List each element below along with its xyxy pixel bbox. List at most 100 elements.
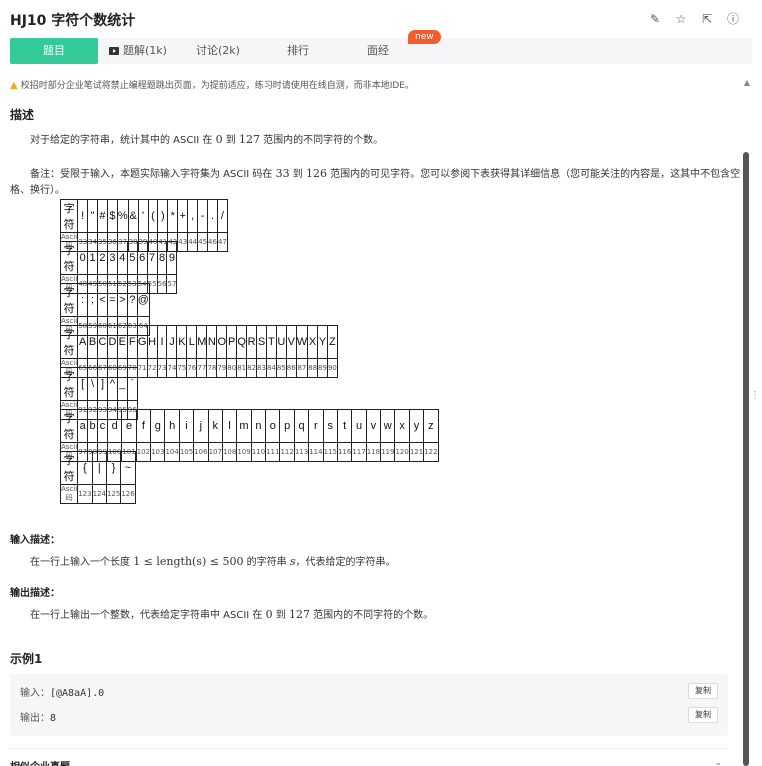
ascii-char: C — [97, 325, 108, 359]
ascii-code: 84 — [265, 358, 277, 378]
ascii-code: 114 — [308, 442, 324, 462]
ascii-code: 56 — [156, 274, 168, 294]
ascii-char: h — [164, 409, 180, 443]
description-note: 备注：受限于输入，本题实际输入字符集为 ASCII 码在 33 到 126 范围… — [10, 167, 741, 196]
ascii-code: 109 — [236, 442, 252, 462]
description-title: 描述 — [10, 108, 35, 122]
ascii-code: 88 — [307, 358, 319, 378]
tab-solutions[interactable]: 题解(1k) — [98, 38, 178, 64]
ascii-char: \ — [87, 367, 99, 401]
ascii-char: 0 — [77, 241, 89, 275]
star-icon[interactable]: ☆ — [674, 12, 688, 26]
tab-label: 题目 — [43, 44, 65, 57]
ascii-char: Q — [236, 325, 248, 359]
share-icon[interactable]: ⇱ — [700, 12, 714, 26]
ascii-char: * — [167, 199, 179, 233]
page-title: HJ10 字符个数统计 — [10, 13, 136, 29]
tab-discussion[interactable]: 讨论(2k) — [178, 38, 258, 64]
ascii-code: 86 — [285, 358, 297, 378]
info-icon[interactable]: ⓘ — [726, 12, 740, 26]
tab-problem[interactable]: 题目 — [10, 38, 98, 64]
ascii-char: n — [250, 409, 267, 443]
ascii-code: 47 — [216, 232, 228, 252]
ascii-char: B — [87, 325, 99, 359]
ascii-char: 1 — [87, 241, 99, 275]
ascii-code: 89 — [317, 358, 328, 378]
ascii-code: 102 — [135, 442, 152, 462]
ascii-char: J — [166, 325, 178, 359]
ascii-char: # — [97, 199, 108, 233]
ascii-char: / — [216, 199, 228, 233]
output-desc-text: 在一行上输出一个整数，代表给定字符串中 ASCII 在 0 到 127 范围内的… — [30, 608, 434, 621]
input-desc-text: 在一行上输入一个长度 1 ≤ length(s) ≤ 500 的字符串 s，代表… — [30, 555, 396, 568]
input-desc-title: 输入描述： — [10, 535, 60, 546]
ascii-code: 118 — [365, 442, 382, 462]
ascii-char: m — [236, 409, 252, 443]
ascii-code: 125 — [105, 484, 122, 504]
ascii-char: ~ — [120, 451, 136, 485]
ascii-code: 116 — [336, 442, 353, 462]
ascii-code: 103 — [150, 442, 166, 462]
ascii-char: s — [322, 409, 338, 443]
ascii-char: : — [77, 283, 89, 317]
char-label: 字符 — [59, 367, 79, 401]
ascii-code: 106 — [193, 442, 209, 462]
ascii-char: & — [127, 199, 139, 233]
edit-icon[interactable]: ✎ — [648, 12, 662, 26]
tab-label: 面经 — [367, 44, 389, 57]
copy-output-button[interactable]: 复制 — [688, 707, 718, 723]
warning-banner: ▲ 校招时部分企业笔试将禁止编程题跳出页面，为提前适应，练习时请使用在线自测，而非… — [10, 78, 414, 91]
ascii-char: ' — [137, 199, 149, 233]
description-text: 对于给定的字符串，统计其中的 ASCII 在 0 到 127 范围内的不同字符的… — [30, 133, 384, 146]
scrollbar-thumb[interactable] — [743, 152, 749, 766]
ascii-code: 126 — [120, 484, 136, 504]
ascii-char: Z — [326, 325, 338, 359]
ascii-char: o — [265, 409, 281, 443]
ascii-code: 115 — [322, 442, 338, 462]
ascii-char: V — [285, 325, 297, 359]
copy-input-button[interactable]: 复制 — [688, 683, 718, 699]
ascii-char: 4 — [116, 241, 128, 275]
more-dots-icon[interactable]: ⋮ — [750, 390, 760, 401]
ascii-code: 105 — [178, 442, 195, 462]
ascii-char: 2 — [97, 241, 108, 275]
ascii-char: P — [226, 325, 238, 359]
ascii-char: N — [206, 325, 218, 359]
ascii-char: @ — [136, 283, 150, 317]
ascii-char: ? — [126, 283, 138, 317]
ascii-char: _ — [116, 367, 128, 401]
scroll-up-icon[interactable]: ▲ — [744, 78, 750, 87]
char-label: 字符 — [59, 283, 79, 317]
new-badge: new — [408, 30, 441, 44]
ascii-code: 110 — [250, 442, 267, 462]
ascii-char: | — [91, 451, 107, 485]
ascii-code: 121 — [408, 442, 425, 462]
ascii-code: 81 — [236, 358, 248, 378]
chevron-down-icon[interactable]: ⌄ — [714, 758, 722, 766]
ascii-char: z — [423, 409, 439, 443]
ascii-char: } — [105, 451, 122, 485]
related-title[interactable]: 相似企业真题 — [10, 758, 70, 766]
char-label: 字符 — [59, 241, 79, 275]
char-label: 字符 — [59, 409, 79, 443]
ascii-char: k — [207, 409, 223, 443]
ascii-char: R — [246, 325, 258, 359]
ascii-char: u — [351, 409, 367, 443]
char-label: 字符 — [59, 451, 79, 485]
ascii-char: = — [106, 283, 118, 317]
ascii-char: b — [87, 409, 99, 443]
ascii-char: x — [394, 409, 410, 443]
ascii-char: $ — [106, 199, 118, 233]
tab-ranking[interactable]: 排行 — [258, 38, 338, 64]
tab-interviews[interactable]: 面经 — [338, 38, 418, 64]
ascii-code: 119 — [380, 442, 396, 462]
header-actions: ✎ ☆ ⇱ ⓘ — [648, 12, 740, 26]
ascii-char: ( — [147, 199, 159, 233]
ascii-char: < — [97, 283, 108, 317]
ascii-char: t — [336, 409, 353, 443]
ascii-char: 8 — [156, 241, 168, 275]
ascii-char: 6 — [136, 241, 148, 275]
ascii-code: 46 — [207, 232, 218, 252]
ascii-char: v — [365, 409, 382, 443]
ascii-group: 字符{|} ~ Ascii码 123 124 125 126 — [59, 451, 136, 504]
